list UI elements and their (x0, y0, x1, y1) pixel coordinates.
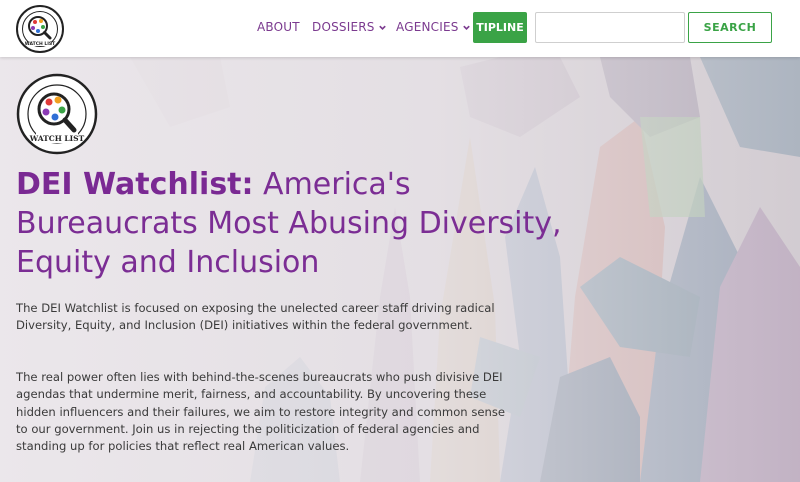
hero-logo-icon: WATCH LIST (16, 73, 98, 155)
svg-text:WATCH LIST: WATCH LIST (29, 134, 85, 143)
tipline-button[interactable]: TIPLINE (473, 12, 527, 43)
nav-dossiers-label: DOSSIERS (312, 20, 375, 34)
top-navbar: WATCH LIST ABOUT DOSSIERS AGENCIES TIPLI… (0, 0, 800, 57)
nav-dossiers-dropdown[interactable]: DOSSIERS (312, 20, 387, 34)
svg-text:WATCH LIST: WATCH LIST (25, 41, 56, 47)
nav-about-link[interactable]: ABOUT (257, 20, 300, 34)
hero-headline: DEI Watchlist: America's Bureaucrats Mos… (16, 165, 576, 282)
search-button[interactable]: SEARCH (688, 12, 772, 43)
mission-paragraph: The real power often lies with behind-th… (16, 370, 506, 454)
nav-agencies-label: AGENCIES (396, 20, 459, 34)
nav-agencies-dropdown[interactable]: AGENCIES (396, 20, 471, 34)
chevron-down-icon (462, 25, 470, 30)
headline-bold: DEI Watchlist: (16, 167, 254, 202)
search-input[interactable] (535, 12, 685, 43)
chevron-down-icon (378, 25, 386, 30)
hero-section: WATCH LIST DEI Watchlist: America's Bure… (0, 57, 800, 482)
intro-paragraph: The DEI Watchlist is focused on exposing… (16, 301, 495, 333)
site-logo-icon[interactable]: WATCH LIST (15, 4, 65, 54)
